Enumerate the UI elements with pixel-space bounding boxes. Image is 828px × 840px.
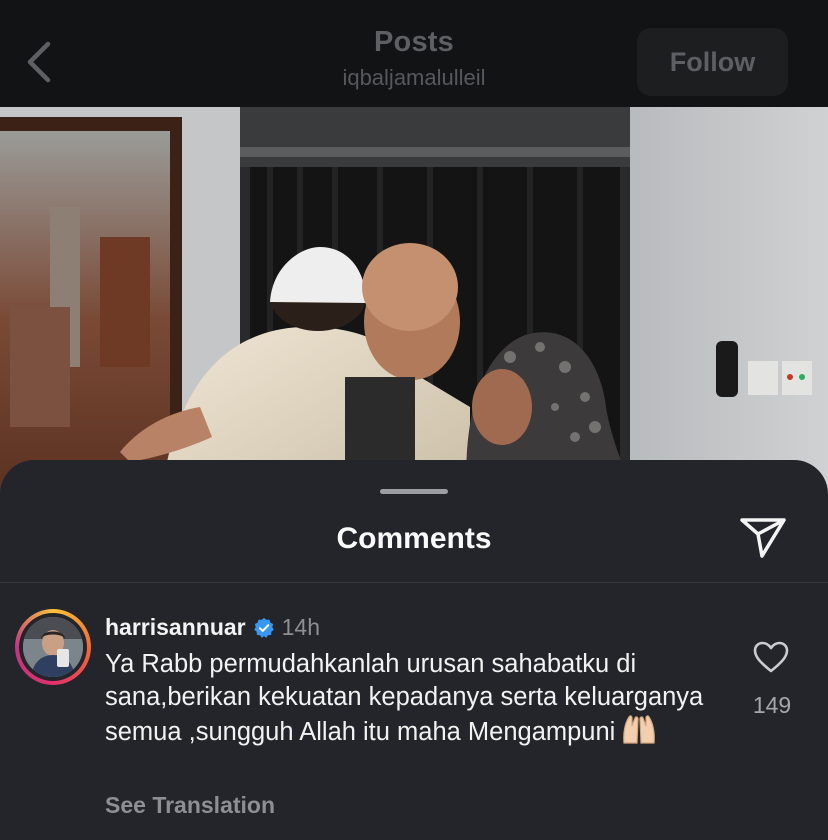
comments-sheet: Comments harrisannuar 14h Ya Rabb permud… [0, 460, 828, 840]
comment-text: Ya Rabb permudahkanlah urusan sahabatku … [105, 650, 704, 746]
see-translation-link[interactable]: See Translation [105, 792, 275, 819]
send-icon[interactable] [738, 514, 788, 560]
praying-hands-emoji [621, 713, 657, 754]
comment-timestamp: 14h [281, 614, 320, 640]
comment-body: Ya Rabb permudahkanlah urusan sahabatku … [105, 648, 725, 754]
comment-username[interactable]: harrisannuar [105, 614, 246, 641]
sheet-divider [0, 582, 828, 583]
comment-header: harrisannuar 14h [105, 614, 320, 641]
avatar-story-ring[interactable] [15, 609, 91, 685]
comments-title: Comments [336, 522, 492, 555]
post-image [0, 107, 828, 507]
verified-badge-icon [253, 617, 274, 638]
follow-button[interactable]: Follow [637, 28, 788, 96]
avatar[interactable] [23, 617, 83, 677]
sheet-drag-handle[interactable] [380, 489, 448, 494]
like-count: 149 [752, 692, 792, 718]
top-bar: Posts iqbaljamalulleil Follow [0, 0, 828, 107]
heart-outline-icon[interactable] [752, 640, 790, 674]
